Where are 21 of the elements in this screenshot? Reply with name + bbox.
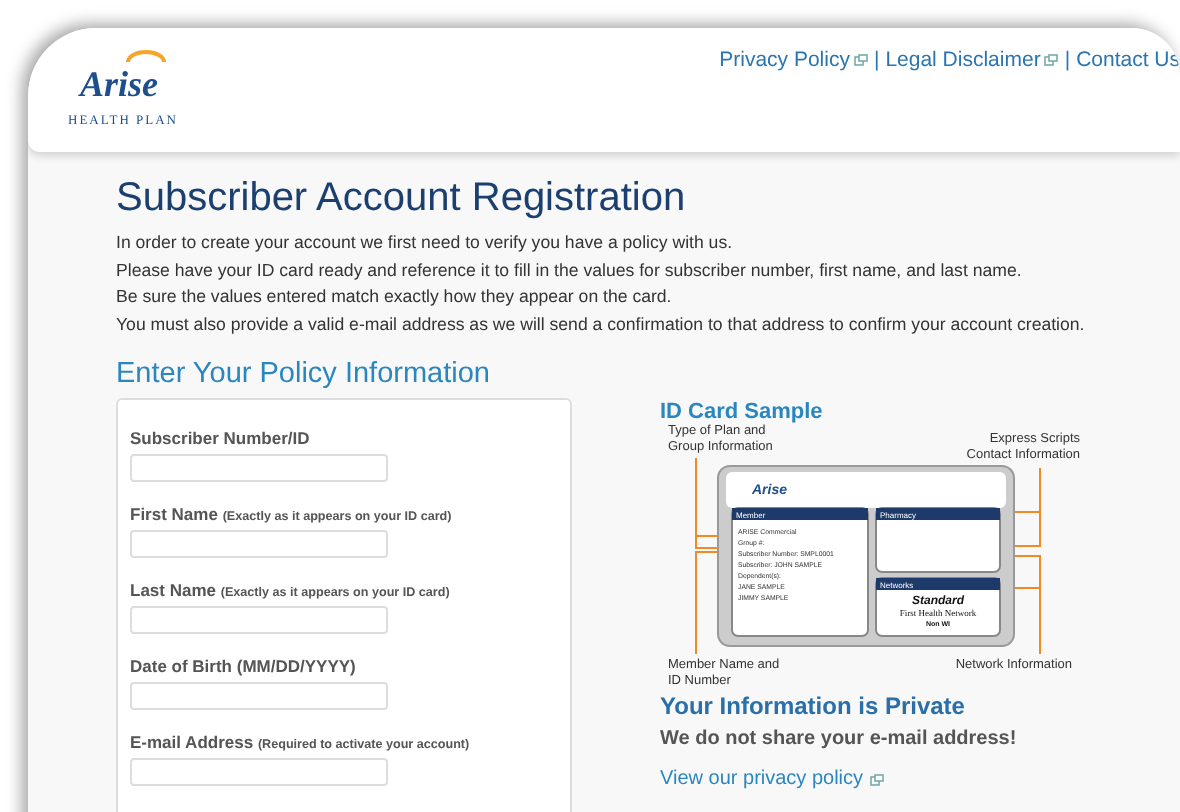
input-field[interactable] [130, 530, 388, 558]
section-heading: ID Card Sample [660, 400, 825, 424]
input-field[interactable] [130, 606, 388, 634]
header-link[interactable]: Privacy Policy [719, 48, 868, 72]
privacy-link[interactable]: View our privacy policy [660, 768, 884, 790]
intro-text: Be sure the values entered match exactly how they appear on the card. [116, 284, 674, 310]
link-separator: | [1064, 48, 1071, 72]
input-field[interactable] [130, 758, 388, 786]
header-link[interactable]: Legal Disclaimer [885, 48, 1059, 72]
privacy-note: We do not share your e-mail address! [660, 728, 1019, 750]
intro-text: Please have your ID card ready and reference it to fill in the values for subscriber number, first name, and last name. [116, 257, 1024, 284]
section-heading: Enter Your Policy Information [116, 358, 492, 390]
field-label: Date of Birth (MM/DD/YYYY) [130, 656, 358, 676]
intro-text: In order to create your account we first need to verify you have a policy with us. [116, 230, 735, 256]
input-field[interactable] [130, 682, 388, 710]
link-separator: | [873, 48, 880, 72]
section-heading: Your Information is Private [660, 692, 967, 720]
intro-text: You must also provide a valid e-mail address as we will send a confirmation to that address to confirm your account creation. [116, 311, 1087, 338]
field-label: Subscriber Number/ID [130, 428, 312, 448]
page-title: Subscriber Account Registration [116, 176, 688, 222]
input-field[interactable] [130, 454, 388, 482]
